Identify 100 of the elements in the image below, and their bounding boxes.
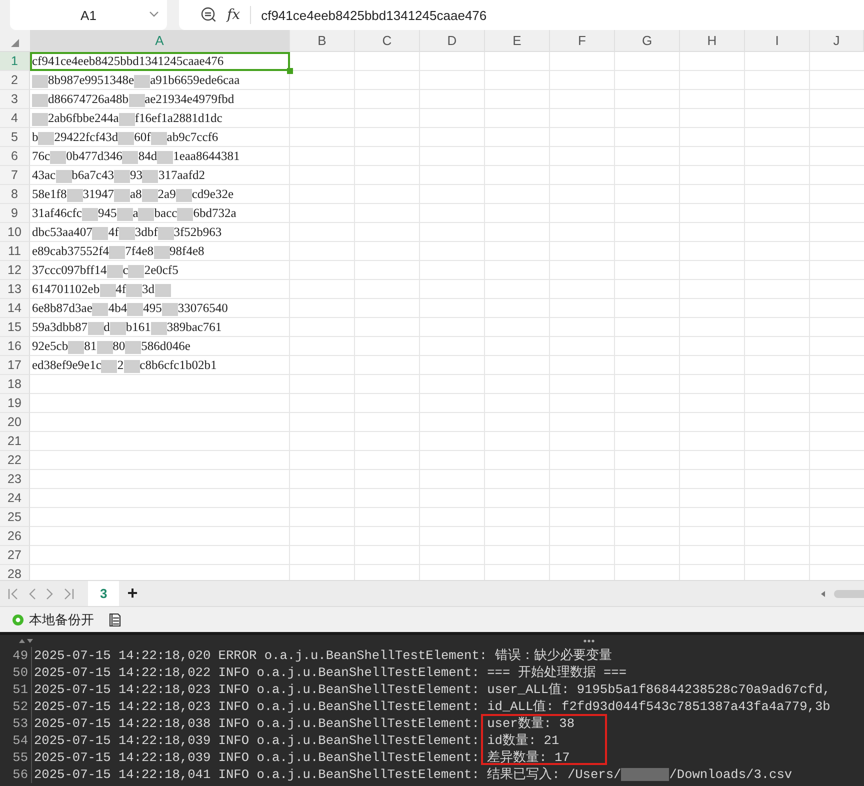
row-header[interactable]: 6 <box>0 147 30 166</box>
next-sheet-icon[interactable] <box>46 588 54 600</box>
first-sheet-icon[interactable] <box>8 588 18 600</box>
row-header[interactable]: 15 <box>0 318 30 337</box>
redaction-block <box>157 150 174 164</box>
scroll-thumb[interactable] <box>834 590 864 598</box>
row-header[interactable]: 17 <box>0 356 30 375</box>
cell-text: 92e5cb 81 80 586d046e <box>32 339 190 354</box>
cell-text: e89cab37552f4 7f4e8 98f4e8 <box>32 244 204 259</box>
line-number: 55 <box>0 749 32 766</box>
redaction-block <box>176 188 192 202</box>
redaction-block <box>56 170 72 183</box>
redaction-block <box>118 226 135 240</box>
cell-text: dbc53aa407 4f 3dbf 3f52b963 <box>32 225 222 240</box>
line-number: 54 <box>0 732 32 749</box>
log-line: 2025-07-15 14:22:18,023 INFO o.a.j.u.BeanShellTestElement: user_ALL值: 9195b5a1f86844238528c70a9ad67cfd, <box>33 681 830 698</box>
formula-input[interactable]: cf941ce4eeb8425bbd1341245caae476 <box>261 8 487 22</box>
sheet-list-icon[interactable] <box>109 612 122 626</box>
row-header[interactable]: 16 <box>0 337 30 356</box>
insert-function-button[interactable]: fx <box>227 7 240 23</box>
cell-text: 37ccc097bff14 c 2e0cf5 <box>32 263 178 278</box>
cell-text: ed38ef9e9e1c 2 c8b6cfc1b02b1 <box>32 358 217 373</box>
redaction-block <box>106 264 123 278</box>
line-number: 52 <box>0 698 32 715</box>
redaction-block <box>134 74 150 88</box>
redaction-block <box>114 188 130 202</box>
scroll-left-icon[interactable] <box>820 590 826 598</box>
row-header[interactable]: 10 <box>0 223 30 242</box>
column-header[interactable]: B <box>290 30 355 52</box>
row-header[interactable]: 24 <box>0 489 30 508</box>
row-header[interactable]: 4 <box>0 109 30 128</box>
redaction-block <box>118 112 135 126</box>
row-header[interactable]: 8 <box>0 185 30 204</box>
row-header[interactable]: 9 <box>0 204 30 223</box>
status-dot-icon[interactable] <box>12 614 24 626</box>
column-header[interactable]: J <box>810 30 864 52</box>
column-header[interactable]: E <box>485 30 550 52</box>
row-header[interactable]: 11 <box>0 242 30 261</box>
column-header[interactable]: D <box>420 30 485 52</box>
redaction-block <box>158 226 174 240</box>
redaction-block <box>50 150 66 164</box>
redaction-block <box>142 170 158 183</box>
row-header[interactable]: 5 <box>0 128 30 147</box>
sort-arrows-icon[interactable] <box>18 638 34 644</box>
redaction-block <box>124 360 140 373</box>
row-header[interactable]: 28 <box>0 565 30 580</box>
name-box[interactable]: A1 <box>10 0 167 30</box>
cell-text: 6e8b87d3ae 4b4 495 33076540 <box>32 301 228 316</box>
sheet-tab[interactable]: 3 <box>88 581 120 606</box>
previous-sheet-icon[interactable] <box>28 588 36 600</box>
redaction-block <box>114 170 130 183</box>
row-header[interactable]: 22 <box>0 451 30 470</box>
row-header[interactable]: 2 <box>0 71 30 90</box>
row-header[interactable]: 20 <box>0 413 30 432</box>
column-header[interactable]: H <box>680 30 745 52</box>
column-header[interactable]: F <box>550 30 615 52</box>
cell-text: 76c 0b477d346 84d 1eaa8644381 <box>32 149 240 164</box>
row-header[interactable]: 23 <box>0 470 30 489</box>
last-sheet-icon[interactable] <box>64 588 74 600</box>
select-all-icon[interactable] <box>11 39 19 47</box>
column-header[interactable]: C <box>355 30 420 52</box>
redaction-block <box>110 322 126 335</box>
redaction-block <box>109 246 126 259</box>
redaction-block <box>162 302 178 316</box>
line-number: 49 <box>0 647 32 664</box>
log-line: 2025-07-15 14:22:18,022 INFO o.a.j.u.BeanShellTestElement: === 开始处理数据 === <box>33 664 627 681</box>
row-header[interactable]: 19 <box>0 394 30 413</box>
log-line: 2025-07-15 14:22:18,020 ERROR o.a.j.u.BeanShellTestElement: 错误：缺少必要变量 <box>33 647 612 664</box>
row-header[interactable]: 26 <box>0 527 30 546</box>
drag-handle-icon[interactable] <box>583 639 595 643</box>
cell-text: 58e1f8 31947 a8 2a9 cd9e32e <box>32 187 234 202</box>
row-header[interactable]: 21 <box>0 432 30 451</box>
log-line: 2025-07-15 14:22:18,041 INFO o.a.j.u.BeanShellTestElement: 结果已写入: /Users/ /Downloads/3.csv <box>33 766 792 783</box>
row-header[interactable]: 1 <box>0 52 30 71</box>
column-header[interactable]: G <box>615 30 680 52</box>
redaction-block <box>66 188 83 202</box>
redaction-block <box>100 284 116 297</box>
log-line: 2025-07-15 14:22:18,039 INFO o.a.j.u.BeanShellTestElement: id数量: 21 <box>33 732 560 749</box>
row-header[interactable]: 12 <box>0 261 30 280</box>
row-header[interactable]: 3 <box>0 90 30 109</box>
redaction-block <box>88 322 104 335</box>
row-header[interactable]: 18 <box>0 375 30 394</box>
cell-text: 31af46cfc 945 a bacc 6bd732a <box>32 206 236 221</box>
selected-cell[interactable]: cf941ce4eeb8425bbd1341245caae476 <box>30 52 290 71</box>
add-sheet-button[interactable]: + <box>119 581 146 606</box>
row-header[interactable]: 27 <box>0 546 30 565</box>
backup-status[interactable]: 本地备份开 <box>29 610 94 628</box>
line-number: 51 <box>0 681 32 698</box>
row-header[interactable]: 13 <box>0 280 30 299</box>
zoom-icon[interactable] <box>201 7 217 23</box>
column-header[interactable]: I <box>745 30 810 52</box>
row-header[interactable]: 7 <box>0 166 30 185</box>
row-header[interactable]: 25 <box>0 508 30 527</box>
chevron-down-icon[interactable] <box>149 11 159 17</box>
row-header[interactable]: 14 <box>0 299 30 318</box>
redaction-block <box>128 94 145 107</box>
redaction-block <box>150 132 167 145</box>
cell-text: 614701102eb 4f 3d <box>32 282 171 297</box>
fill-handle[interactable] <box>287 68 293 74</box>
redaction-block <box>128 264 144 278</box>
